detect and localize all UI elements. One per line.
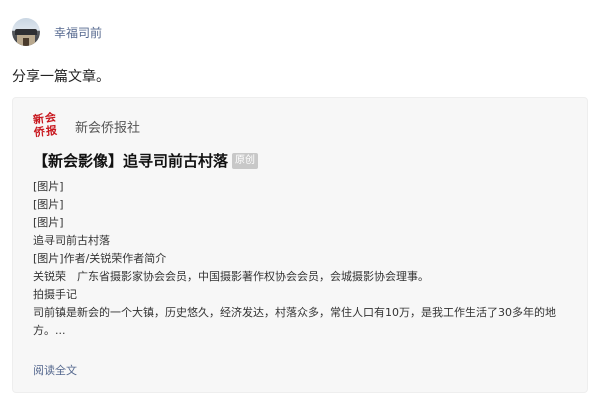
post-header: 幸福司前: [12, 14, 102, 50]
avatar[interactable]: [12, 18, 40, 46]
original-badge: 原创: [232, 152, 259, 169]
username-link[interactable]: 幸福司前: [54, 24, 102, 41]
excerpt-line: [图片]: [33, 216, 64, 229]
excerpt-line: 司前镇是新会的一个大镇，历史悠久，经济发达，村落众多，常住人口有10万，是我工作…: [33, 306, 556, 337]
read-full-article-link[interactable]: 阅读全文: [33, 362, 77, 378]
article-excerpt: [图片] [图片] [图片] 追寻司前古村落 [图片]作者/关锐荣作者简介 关锐…: [33, 178, 573, 340]
source-name: 新会侨报社: [75, 120, 141, 136]
source-logo-text-2: 侨报: [33, 123, 59, 140]
excerpt-line: 拍摄手记: [33, 288, 77, 301]
excerpt-line: [图片]: [33, 180, 64, 193]
excerpt-line: [图片]作者/关锐荣作者简介: [33, 252, 167, 265]
post-text: 分享一篇文章。: [12, 69, 110, 85]
source-logo: 新会 侨报: [32, 110, 65, 140]
excerpt-line: [图片]: [33, 198, 64, 211]
article-title[interactable]: 【新会影像】追寻司前古村落: [33, 150, 228, 171]
article-source: 新会 侨报 新会侨报社: [32, 110, 141, 140]
excerpt-line: 追寻司前古村落: [33, 234, 110, 247]
shared-article-card[interactable]: 新会 侨报 新会侨报社 【新会影像】追寻司前古村落 原创 [图片] [图片] […: [12, 97, 588, 393]
excerpt-line: 关锐荣 广东省摄影家协会会员，中国摄影著作权协会会员，会城摄影协会理事。: [33, 270, 429, 283]
article-title-row: 【新会影像】追寻司前古村落 原创: [33, 150, 259, 171]
avatar-door: [23, 38, 29, 46]
